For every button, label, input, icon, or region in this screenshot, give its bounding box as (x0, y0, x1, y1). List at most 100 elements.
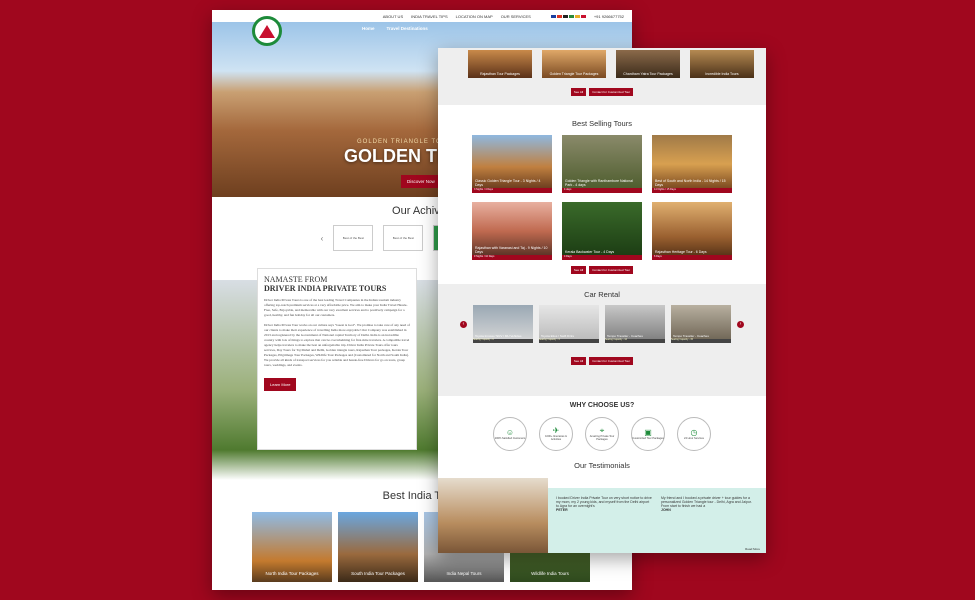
tour-card-title: Rajasthan with Varanasi and Taj - 9 Nigh… (475, 246, 548, 254)
why-choose-title: WHY CHOOSE US? (569, 402, 635, 409)
best-selling-buttons: See All Contact for Customized Tour (438, 266, 766, 274)
best-selling-title: Best Selling Tours (572, 119, 632, 128)
tour-card-duration: 9 Nights / 10 Days (472, 255, 552, 260)
car-name: Tempo Traveller - Coaches (673, 334, 709, 338)
tour-card-label: South India Tour Packages (351, 571, 405, 576)
category-thumb[interactable]: Golden Triangle Tour Packages (542, 50, 606, 78)
city-image (438, 478, 548, 553)
hero-title: GOLDEN TR (344, 146, 450, 166)
chevron-right-icon[interactable]: › (737, 320, 744, 328)
see-all-button[interactable]: See All (570, 88, 587, 96)
why-item: ✈ 1000+ Itineraries & Activities (539, 417, 573, 451)
car-rental-section: Car Rental ‹ Toyota Innova / SUV / MU Ve… (438, 284, 766, 396)
customers-icon: ☺ (505, 427, 515, 437)
why-item-label: 24 Hour Services (684, 436, 704, 440)
topnav-about[interactable]: ABOUT US (383, 14, 403, 19)
why-item: ◷ 24 Hour Services (677, 417, 711, 451)
best-selling-grid: Classic Golden Triangle Tour - 3 Nights … (438, 135, 766, 260)
category-thumb[interactable]: Chardham Yatra Tour Packages (616, 50, 680, 78)
category-label: Golden Triangle Tour Packages (549, 72, 599, 76)
tour-card[interactable]: Golden Triangle with Ranthambore Nationa… (562, 135, 642, 193)
category-label: Rajasthan Tour Packages (480, 72, 520, 76)
site-logo[interactable] (252, 16, 282, 46)
topnav-travel-tips[interactable]: INDIA TRAVEL TIPS (411, 14, 448, 19)
why-item: ▣ Customized Tour Packages (631, 417, 665, 451)
phone-number[interactable]: +91 9266677752 (594, 14, 624, 19)
car-rental-title: Car Rental (584, 290, 620, 299)
hero-subtitle: GOLDEN TRIANGLE TO (357, 139, 442, 145)
tour-card-title: Rajasthan Heritage Tour - 6 Days (655, 250, 707, 254)
tour-card-duration: 4 Days (562, 255, 642, 260)
tour-card[interactable]: Best of South and North India - 14 Night… (652, 135, 732, 193)
testimonial: My friend and I booked a private driver … (661, 496, 758, 545)
car-card[interactable]: Toyota Etios / Swift Dzire Seating Capaci… (539, 305, 599, 343)
testimonial-text: I booked Driver India Private Tour on ve… (556, 496, 652, 508)
tour-card[interactable]: Classic Golden Triangle Tour - 3 Nights … (472, 135, 552, 193)
tour-card-label: India Nepal Tours (446, 571, 482, 576)
see-all-button[interactable]: See All (570, 357, 587, 365)
badge-1: Best of the Best (333, 225, 374, 251)
car-capacity: Seating Capacity - 12 (605, 339, 665, 343)
tour-card[interactable]: Rajasthan Heritage Tour - 6 Days 6 Days (652, 202, 732, 260)
map-icon: ⌖ (599, 426, 605, 435)
car-card[interactable]: Tempo Traveller - Coaches Seating Capacit… (605, 305, 665, 343)
badge-2: Best of the Best (383, 225, 424, 251)
car-carousel: ‹ Toyota Innova / SUV / MU Vehicles Seati… (438, 305, 766, 343)
car-capacity: Seating Capacity - 15 (671, 339, 731, 343)
testimonials-panel: I booked Driver India Private Tour on ve… (548, 488, 766, 553)
package-icon: ▣ (644, 427, 652, 437)
tour-card[interactable]: South India Tour Packages (338, 512, 418, 582)
why-choose-items: ☺ 100% Satisfied Customers ✈ 1000+ Itinera… (438, 417, 766, 451)
category-label: Chardham Yatra Tour Packages (623, 72, 673, 76)
tour-card[interactable]: North India Tour Packages (252, 512, 332, 582)
tour-card[interactable]: Rajasthan with Varanasi and Taj - 9 Nigh… (472, 202, 552, 260)
chevron-left-icon[interactable]: ‹ (460, 320, 467, 328)
see-all-button[interactable]: See All (570, 266, 587, 274)
tour-card[interactable]: Kerala Backwater Tour - 4 Days 4 Days (562, 202, 642, 260)
category-buttons: See All Contact for Customized Tour (438, 88, 766, 96)
tour-category-strip: Rajasthan Tour Packages Golden Triangle … (438, 48, 766, 105)
category-label: Incredible India Tours (705, 72, 739, 76)
tour-card-label: North India Tour Packages (265, 571, 319, 576)
learn-more-button[interactable]: Learn More (264, 378, 297, 391)
why-item-label: Amazing Private Tour Packages (589, 435, 615, 441)
car-name: Toyota Etios / Swift Dzire (541, 334, 575, 338)
category-thumb[interactable]: Rajasthan Tour Packages (468, 50, 532, 78)
nav-home[interactable]: Home (362, 26, 375, 31)
discover-button[interactable]: Discover Now (401, 175, 441, 188)
car-name: Tempo Traveller - Coaches (607, 334, 643, 338)
customized-tour-button[interactable]: Contact for Customized Tour (589, 88, 634, 96)
language-flags[interactable] (550, 14, 586, 18)
customized-tour-button[interactable]: Contact for Customized Tour (589, 357, 634, 365)
clock-icon: ◷ (690, 427, 698, 437)
tour-card-title: Golden Triangle with Ranthambore Nationa… (565, 179, 633, 187)
intro-heading-1: NAMASTE FROM (264, 275, 328, 284)
category-thumb[interactable]: Incredible India Tours (690, 50, 754, 78)
customized-tour-button[interactable]: Contact for Customized Tour (589, 266, 634, 274)
testimonial-author: PETER (556, 508, 568, 512)
topnav-services[interactable]: OUR SERVICES (501, 14, 531, 19)
car-card[interactable]: Tempo Traveller - Coaches Seating Capacit… (671, 305, 731, 343)
tour-card-duration: 14 Nights / 15 Days (652, 188, 732, 193)
homepage-screenshot-right: Rajasthan Tour Packages Golden Triangle … (438, 48, 766, 553)
tour-card-title: Classic Golden Triangle Tour - 3 Nights … (475, 179, 541, 187)
why-item-label: 100% Satisfied Customers (494, 436, 526, 440)
tour-card-label: Wildlife India Tours (531, 571, 569, 576)
tour-card-title: Kerala Backwater Tour - 4 Days (565, 250, 615, 254)
intro-paragraph-1: Driver India Private Tours is one of the… (264, 298, 408, 317)
plane-icon: ✈ (552, 426, 560, 435)
intro-heading-2: DRIVER INDIA PRIVATE TOURS (264, 284, 387, 293)
testimonial-text: My friend and I booked a private driver … (661, 496, 752, 508)
nav-destinations[interactable]: Travel Destinations (387, 26, 428, 31)
testimonial-author: JOHN (661, 508, 671, 512)
car-name: Toyota Innova / SUV / MU Vehicles (475, 334, 522, 338)
car-card[interactable]: Toyota Innova / SUV / MU Vehicles Seating… (473, 305, 533, 343)
why-item: ⌖ Amazing Private Tour Packages (585, 417, 619, 451)
tour-card-duration: 6 Days (652, 255, 732, 260)
why-item-label: 1000+ Itineraries & Activities (545, 435, 567, 441)
tour-card-duration: 3 Nights / 4 Days (472, 188, 552, 193)
read-more-link[interactable]: Read More (745, 547, 760, 551)
car-capacity: Seating Capacity - 6 (473, 339, 533, 343)
topnav-location[interactable]: LOCATION ON MAP (456, 14, 493, 19)
chevron-left-icon[interactable]: ‹ (321, 234, 324, 243)
